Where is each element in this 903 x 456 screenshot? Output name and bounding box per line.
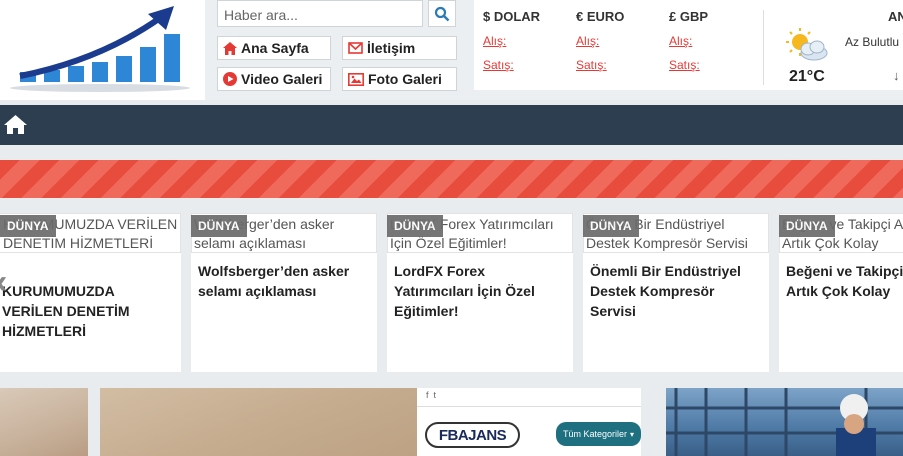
currency-buy-link[interactable]: Alış:	[483, 34, 540, 48]
currency-sell-link[interactable]: Satış:	[576, 58, 624, 72]
category-badge[interactable]: DÜNYA	[779, 215, 835, 237]
advertisement-banner[interactable]: f t FBAJANS Tüm Kategoriler ▾	[417, 388, 641, 456]
weather-temperature: 21°C	[789, 68, 825, 85]
currency-gbp: £ GBP Alış: Satış:	[669, 9, 708, 72]
weather-condition: Az Bulutlu	[845, 35, 900, 49]
home-link-label: Ana Sayfa	[241, 40, 309, 56]
video-gallery-label: Video Galeri	[241, 71, 323, 87]
news-photo[interactable]	[0, 388, 88, 456]
news-card-title[interactable]: KURUMUMUZDA VERİLEN DENETİM HİZMETLERİ	[2, 281, 172, 341]
weather-divider	[763, 10, 764, 85]
news-card-title[interactable]: LordFX Forex Yatırımcıları İçin Özel Eği…	[394, 261, 564, 321]
main-navbar	[0, 105, 903, 145]
site-logo[interactable]	[0, 0, 205, 100]
ad-category-dropdown[interactable]: Tüm Kategoriler ▾	[556, 422, 641, 446]
contact-link-label: İletişim	[367, 40, 416, 56]
news-card[interactable]: Beğeni ve Takipçi Arttırmak Artık Çok Ko…	[779, 213, 903, 372]
news-card[interactable]: LordFX Forex Yatırımcıları İçin Özel Eği…	[387, 213, 573, 372]
carousel-prev-arrow[interactable]: ‹	[0, 263, 7, 302]
currency-title: € EURO	[576, 9, 625, 24]
search-button[interactable]	[428, 0, 456, 27]
photo-gallery-link[interactable]: Foto Galeri	[342, 67, 457, 91]
video-gallery-link[interactable]: Video Galeri	[217, 67, 331, 91]
news-card-title[interactable]: Wolfsberger’den asker selamı açıklaması	[198, 261, 368, 301]
news-card[interactable]: Önemli Bir Endüstriyel Destek Kompresör …	[583, 213, 769, 372]
currency-title: £ GBP	[669, 9, 709, 24]
home-icon[interactable]	[3, 114, 28, 135]
news-card-title[interactable]: Beğeni ve Takipçi Arttırmak Artık Çok Ko…	[786, 261, 903, 301]
currency-sell-link[interactable]: Satış:	[669, 58, 708, 72]
home-link[interactable]: Ana Sayfa	[217, 36, 331, 60]
currency-title: $ DOLAR	[483, 9, 541, 24]
news-photo[interactable]	[100, 388, 417, 456]
currency-sell-link[interactable]: Satış:	[483, 58, 540, 72]
news-card-title[interactable]: Önemli Bir Endüstriyel Destek Kompresör …	[590, 261, 750, 321]
weather-extra: ↓	[893, 68, 900, 83]
news-card[interactable]: KURUMUMUZDA VERİLEN DENETİM HİZMETLERİ D…	[0, 213, 181, 372]
decorative-stripe-banner	[0, 160, 903, 198]
ad-divider	[417, 406, 641, 407]
currency-euro: € EURO Alış: Satış:	[576, 9, 624, 72]
chevron-down-icon: ▾	[630, 429, 635, 439]
news-card[interactable]: Wolfsberger’den asker selamı açıklaması …	[191, 213, 377, 372]
weather-icon	[786, 28, 828, 61]
category-badge[interactable]: DÜNYA	[583, 215, 639, 237]
currency-buy-link[interactable]: Alış:	[669, 34, 708, 48]
envelope-icon	[348, 42, 363, 54]
ad-dropdown-label: Tüm Kategoriler	[562, 429, 627, 439]
weather-city: AN	[888, 9, 903, 24]
search-icon	[434, 6, 450, 21]
currency-buy-link[interactable]: Alış:	[576, 34, 624, 48]
category-badge[interactable]: DÜNYA	[387, 215, 443, 237]
category-badge[interactable]: DÜNYA	[0, 215, 56, 237]
play-icon	[223, 72, 237, 86]
ad-brand-logo: FBAJANS	[425, 422, 520, 448]
category-badge[interactable]: DÜNYA	[191, 215, 247, 237]
contact-link[interactable]: İletişim	[342, 36, 457, 60]
news-photo[interactable]	[666, 388, 903, 456]
social-icons: f t	[426, 390, 437, 400]
home-icon	[223, 41, 237, 55]
search-input[interactable]: Haber ara...	[217, 0, 423, 27]
currency-dollar: $ DOLAR Alış: Satış:	[483, 9, 540, 72]
photo-gallery-label: Foto Galeri	[368, 71, 442, 87]
image-icon	[348, 72, 364, 86]
